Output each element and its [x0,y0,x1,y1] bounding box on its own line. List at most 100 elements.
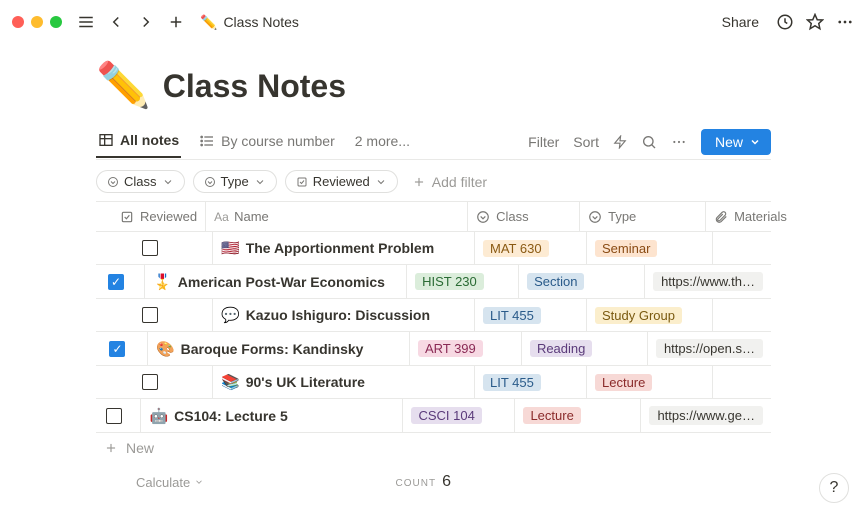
list-icon [199,133,215,149]
checkbox[interactable] [142,307,158,323]
page-title[interactable]: Class Notes [163,68,346,105]
checkbox-icon [296,176,308,188]
cell-class[interactable]: CSCI 104 [402,399,514,432]
close-window-button[interactable] [12,16,24,28]
class-tag: HIST 230 [415,273,484,290]
cell-materials[interactable]: https://www.ge… [640,399,771,432]
updates-icon[interactable] [775,12,795,32]
table-row[interactable]: 🎖️ American Post-War Economics HIST 230 Sec… [96,265,771,299]
new-page-button[interactable] [166,12,186,32]
minimize-window-button[interactable] [31,16,43,28]
table-row[interactable]: 🤖CS104: Lecture 5CSCI 104Lecture https://… [96,399,771,433]
cell-type[interactable]: Study Group [586,299,712,331]
cell-name[interactable]: 📚90's UK Literature [212,366,474,398]
cell-reviewed[interactable] [96,299,212,331]
row-emoji: 🤖 [149,407,168,425]
favorite-icon[interactable] [805,12,825,32]
table-row[interactable]: 🎨Baroque Forms: Kandinsky ART 399 Reading h… [96,332,771,366]
cell-name[interactable]: 💬Kazuo Ishiguro: Discussion [212,299,474,331]
cell-materials[interactable] [712,366,771,398]
row-emoji: 🎖️ [153,273,172,291]
count-display[interactable]: COUNT 6 [396,473,451,491]
checkbox[interactable] [106,408,122,424]
materials-link[interactable]: https://open.s… [656,339,763,358]
cell-class[interactable]: HIST 230 [406,265,518,298]
chevron-down-icon [194,477,204,487]
new-row-button[interactable]: New [96,433,771,463]
sort-button[interactable]: Sort [573,134,599,150]
column-header-type[interactable]: Type [579,202,705,231]
checkbox[interactable] [108,274,124,290]
view-tab-all-notes[interactable]: All notes [96,126,181,158]
cell-class[interactable]: MAT 630 [474,232,586,264]
class-tag: LIT 455 [483,374,541,391]
add-filter-button[interactable]: Add filter [406,174,487,190]
breadcrumb[interactable]: ✏️ Class Notes [200,14,299,31]
cell-name[interactable]: 🎖️ American Post-War Economics [144,265,406,298]
cell-name[interactable]: 🇺🇸The Apportionment Problem [212,232,474,264]
cell-materials[interactable] [712,232,771,264]
cell-type[interactable]: Section [518,265,644,298]
help-button[interactable]: ? [819,473,849,503]
checkbox[interactable] [142,240,158,256]
filter-button[interactable]: Filter [528,134,559,150]
column-header-name[interactable]: Aa Name [205,202,467,231]
filters-row: Class Type Reviewed Add filter [96,160,771,201]
table-row[interactable]: 🇺🇸The Apportionment ProblemMAT 630Semina… [96,232,771,265]
cell-type[interactable]: Seminar [586,232,712,264]
cell-class[interactable]: LIT 455 [474,299,586,331]
row-name: The Apportionment Problem [246,240,434,256]
cell-materials[interactable]: https://open.s… [647,332,771,365]
cell-materials[interactable]: https://www.th… [644,265,771,298]
checkbox[interactable] [109,341,125,357]
filter-chip-class[interactable]: Class [96,170,185,193]
cell-reviewed[interactable] [96,366,212,398]
column-header-materials[interactable]: Materials [705,202,795,231]
cell-type[interactable]: Lecture [514,399,640,432]
cell-type[interactable]: Reading [521,332,647,365]
new-button[interactable]: New [701,129,771,155]
row-emoji: 🎨 [156,340,175,358]
table-row[interactable]: 📚90's UK Literature LIT 455 Lecture [96,366,771,399]
new-button-label: New [715,134,743,150]
cell-materials[interactable] [712,299,771,331]
chevron-down-icon [204,176,216,188]
search-icon[interactable] [641,134,657,150]
materials-link[interactable]: https://www.th… [653,272,763,291]
back-button[interactable] [106,12,126,32]
column-header-class[interactable]: Class [467,202,579,231]
materials-link[interactable]: https://www.ge… [649,406,763,425]
class-tag: ART 399 [418,340,483,357]
cell-name[interactable]: 🤖CS104: Lecture 5 [140,399,402,432]
cell-type[interactable]: Lecture [586,366,712,398]
filter-chip-reviewed[interactable]: Reviewed [285,170,398,193]
forward-button[interactable] [136,12,156,32]
zoom-window-button[interactable] [50,16,62,28]
cell-class[interactable]: ART 399 [409,332,521,365]
view-options-icon[interactable] [671,134,687,150]
column-header-reviewed[interactable]: Reviewed [96,202,205,231]
table-row[interactable]: 💬Kazuo Ishiguro: DiscussionLIT 455Study … [96,299,771,332]
view-tab-by-course-number[interactable]: By course number [197,127,337,157]
filter-chip-type[interactable]: Type [193,170,277,193]
cell-class[interactable]: LIT 455 [474,366,586,398]
cell-reviewed[interactable] [96,399,140,432]
cell-reviewed[interactable] [96,332,147,365]
share-button[interactable]: Share [716,10,765,34]
type-tag: Section [527,273,584,290]
cell-reviewed[interactable] [96,265,144,298]
row-name: American Post-War Economics [178,274,385,290]
checkbox[interactable] [142,374,158,390]
cell-reviewed[interactable] [96,232,212,264]
new-row-label: New [126,440,154,456]
view-tab-label: 2 more... [355,133,410,149]
type-tag: Lecture [595,374,652,391]
calculate-button[interactable]: Calculate [96,475,204,490]
view-tab-more[interactable]: 2 more... [353,127,412,157]
menu-icon[interactable] [76,12,96,32]
automations-icon[interactable] [613,135,627,149]
page-header: ✏️ Class Notes [96,64,771,108]
more-icon[interactable] [835,12,855,32]
cell-name[interactable]: 🎨Baroque Forms: Kandinsky [147,332,409,365]
page-emoji[interactable]: ✏️ [96,64,151,108]
